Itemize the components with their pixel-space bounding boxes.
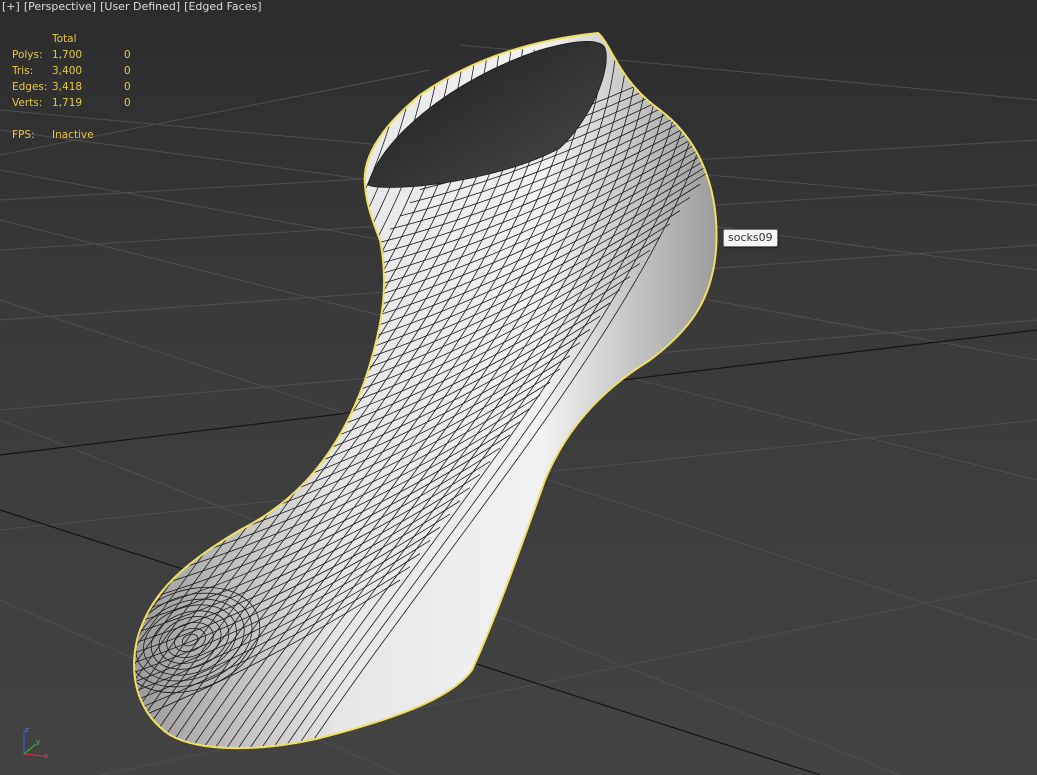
stats-row-tris: Tris: 3,400 0 — [12, 63, 154, 79]
stats-total: 3,418 — [52, 81, 83, 93]
stats-selected: 0 — [124, 65, 131, 77]
svg-text:y: y — [36, 738, 40, 746]
stats-header-total: Total — [52, 33, 77, 45]
stats-selected: 0 — [124, 97, 131, 109]
fps-label: FPS: — [12, 129, 35, 141]
stats-row-edges: Edges: 3,418 0 — [12, 79, 154, 95]
stats-row-verts: Verts: 1,719 0 — [12, 95, 154, 111]
viewport-view-label[interactable]: [Perspective] — [24, 0, 96, 13]
stats-total: 1,700 — [52, 49, 83, 61]
stats-header-row: Total — [12, 31, 154, 47]
xyz-axis-tripod-icon: z x y — [23, 726, 48, 760]
viewport-label-menu: [+] [Perspective] [User Defined] [Edged … — [2, 0, 262, 13]
stats-selected: 0 — [124, 81, 131, 93]
stats-label: Polys: — [12, 49, 43, 61]
stats-row-polys: Polys: 1,700 0 — [12, 47, 154, 63]
stats-total: 1,719 — [52, 97, 83, 109]
svg-text:x: x — [44, 752, 48, 760]
viewport-plus-menu[interactable]: [+] — [2, 0, 20, 13]
viewport-shading-label[interactable]: [User Defined] — [100, 0, 180, 13]
stats-label: Edges: — [12, 81, 48, 93]
stats-label: Tris: — [12, 65, 34, 77]
svg-text:z: z — [25, 726, 29, 734]
3d-viewport[interactable]: [+] [Perspective] [User Defined] [Edged … — [0, 0, 1037, 775]
stats-selected: 0 — [124, 49, 131, 61]
stats-label: Verts: — [12, 97, 43, 109]
stats-row-fps: FPS: Inactive — [12, 127, 154, 143]
viewport-scene[interactable] — [0, 0, 1037, 775]
viewport-display-label[interactable]: [Edged Faces] — [184, 0, 261, 13]
statistics-overlay: Total Polys: 1,700 0 Tris: 3,400 0 Edges… — [12, 31, 154, 143]
stats-total: 3,400 — [52, 65, 83, 77]
object-name-tooltip: socks09 — [723, 229, 778, 247]
fps-value: Inactive — [52, 129, 94, 141]
